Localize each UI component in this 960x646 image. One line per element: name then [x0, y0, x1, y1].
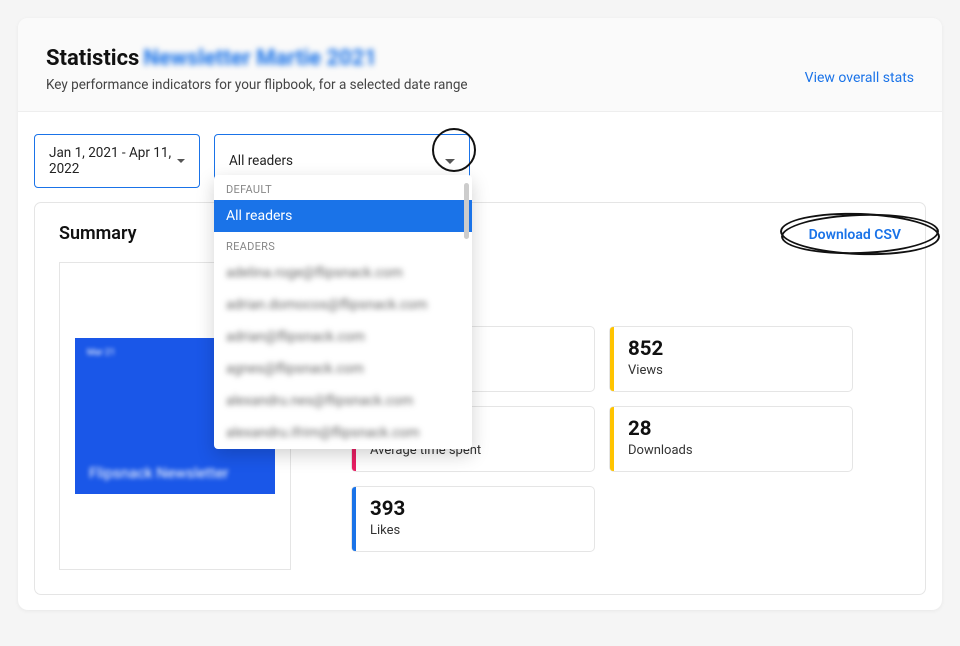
- metric-value: 28: [628, 417, 693, 441]
- summary-title: Summary: [59, 223, 137, 244]
- dropdown-item-reader[interactable]: alexandru.ifrim@flipsnack.com: [214, 417, 472, 449]
- header-left: Statistics Newsletter Martie 2021 Key pe…: [46, 46, 468, 93]
- date-range-value: Jan 1, 2021 - Apr 11, 2022: [49, 145, 177, 177]
- controls-row: Jan 1, 2021 - Apr 11, 2022 All readers D…: [18, 112, 942, 188]
- metric-value: 393: [370, 497, 405, 521]
- dropdown-item-reader[interactable]: agnes@flipsnack.com: [214, 353, 472, 385]
- flipbook-title[interactable]: Newsletter Martie 2021: [143, 46, 377, 71]
- metric-card: 393 Likes: [351, 486, 595, 552]
- view-overall-stats-link[interactable]: View overall stats: [805, 70, 914, 86]
- dropdown-item-reader[interactable]: adelina.roge@flipsnack.com: [214, 257, 472, 289]
- page-title: Statistics: [46, 46, 139, 71]
- metric-label: Views: [628, 363, 663, 378]
- dropdown-item-reader[interactable]: adrian@flipsnack.com: [214, 321, 472, 353]
- dropdown-item-all-readers[interactable]: All readers: [214, 200, 472, 232]
- download-csv-link[interactable]: Download CSV: [809, 227, 901, 243]
- metric-card: 28 Downloads: [609, 406, 853, 472]
- page-header: Statistics Newsletter Martie 2021 Key pe…: [18, 18, 942, 112]
- page-subtitle: Key performance indicators for your flip…: [46, 77, 468, 93]
- reader-selector[interactable]: All readers DEFAULT All readers READERS …: [214, 134, 470, 188]
- dropdown-group-readers: READERS: [214, 232, 472, 257]
- summary-card: Summary Download CSV Mar 21 Flipsnack Ne…: [34, 202, 926, 595]
- summary-body: Mar 21 Flipsnack Newsletter 852Views00:0…: [59, 262, 901, 570]
- dropdown-item-reader[interactable]: alexandru.nes@flipsnack.com: [214, 385, 472, 417]
- dropdown-item-reader[interactable]: adrian.domocos@flipsnack.com: [214, 289, 472, 321]
- metric-card: 852 Views: [609, 326, 853, 392]
- caret-down-icon: [177, 159, 185, 163]
- reader-dropdown[interactable]: DEFAULT All readers READERS adelina.roge…: [214, 175, 472, 449]
- dropdown-group-default: DEFAULT: [214, 175, 472, 200]
- metric-label: Downloads: [628, 443, 693, 458]
- stats-page: Statistics Newsletter Martie 2021 Key pe…: [18, 18, 942, 610]
- reader-selected-value: All readers: [229, 153, 293, 169]
- scrollbar[interactable]: [464, 183, 469, 239]
- chevron-down-icon: [445, 159, 455, 164]
- date-range-selector[interactable]: Jan 1, 2021 - Apr 11, 2022: [34, 134, 200, 188]
- thumb-corner-label: Mar 21: [87, 348, 115, 358]
- metric-label: Likes: [370, 523, 405, 538]
- thumb-label: Flipsnack Newsletter: [89, 464, 229, 482]
- summary-header: Summary Download CSV: [59, 223, 901, 244]
- metric-value: 852: [628, 337, 663, 361]
- annotation-circle-icon: [432, 128, 476, 172]
